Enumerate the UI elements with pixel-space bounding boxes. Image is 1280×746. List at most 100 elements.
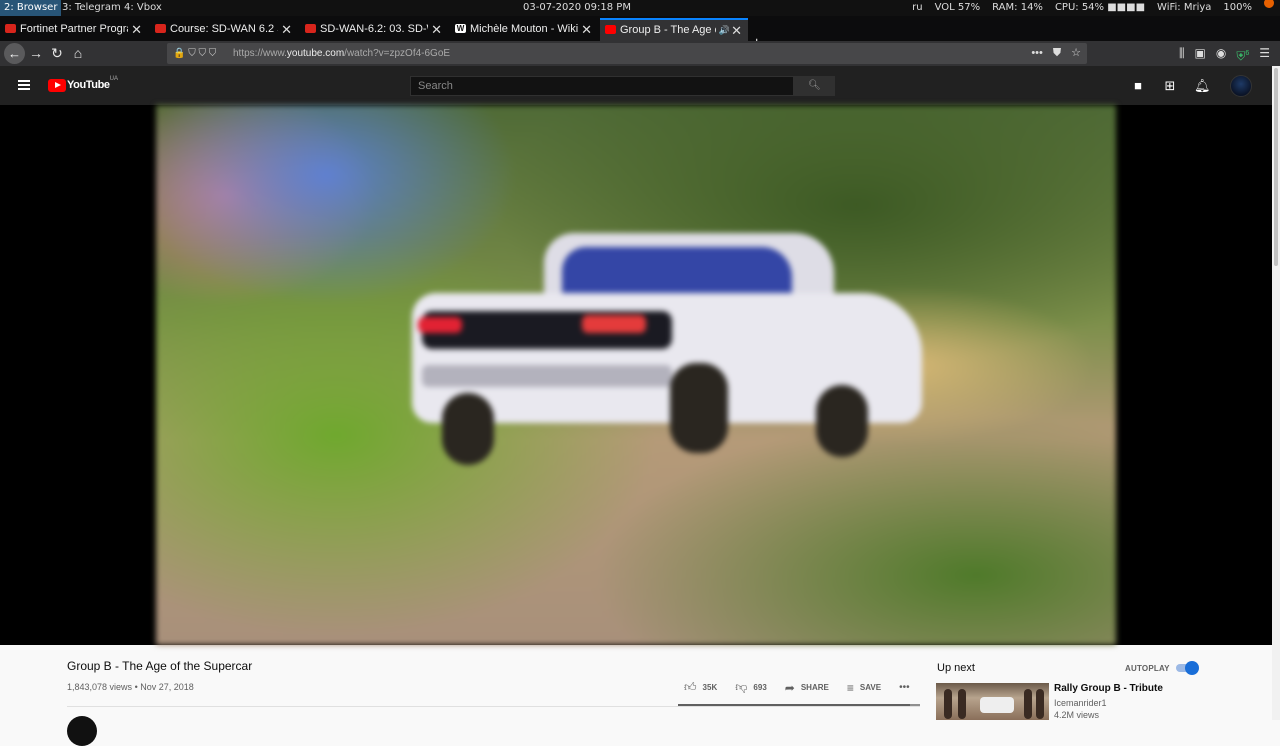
add-to-playlist-icon: ≡ <box>846 680 854 695</box>
close-tab-icon[interactable]: ✕ <box>131 18 142 41</box>
toolbar-right: ⫼ ▣ ◉ ⛨6 ☰ <box>1179 41 1270 69</box>
meta-separator: • <box>134 682 138 692</box>
back-button[interactable]: ← <box>4 43 25 64</box>
bookmark-star-icon[interactable]: ☆ <box>1071 43 1081 64</box>
video-player[interactable] <box>0 105 1272 645</box>
url-text: https://www.youtube.com/watch?v=zpzOf4-6… <box>233 43 450 64</box>
tab-label: SD-WAN-6.2: 03. SD-W <box>320 23 428 35</box>
tab-fortinet-partner[interactable]: Fortinet Partner Program ✕ <box>0 18 148 41</box>
fortinet-favicon-icon <box>155 24 166 33</box>
navigation-bar: ← → ↻ ⌂ 🔒 ⛉ ⛉ ⛉ https://www.youtube.com/… <box>0 41 1280 66</box>
url-path: /watch?v=zpzOf4-6GoE <box>344 48 451 59</box>
cpu-status: CPU: 54% ■■■■ <box>1055 0 1145 16</box>
avatar[interactable] <box>1230 75 1252 97</box>
video-title: Group B - The Age of the Supercar <box>67 659 253 673</box>
keyboard-layout: ru <box>912 2 923 13</box>
fortinet-favicon-icon <box>305 24 316 33</box>
fortinet-favicon-icon <box>5 24 16 33</box>
more-icon: ••• <box>899 682 910 693</box>
account-icon[interactable]: ◉ <box>1216 41 1226 69</box>
dislike-count: 693 <box>753 683 767 692</box>
guide-menu-icon[interactable] <box>18 80 30 90</box>
cpu-bars: ■■■■ <box>1107 2 1146 13</box>
video-frame[interactable] <box>156 105 1116 645</box>
upload-date: Nov 27, 2018 <box>140 682 194 692</box>
save-button[interactable]: ≡ SAVE <box>847 681 881 695</box>
recommended-video-thumbnail[interactable] <box>936 683 1049 720</box>
video-meta: 1,843,078 views • Nov 27, 2018 <box>67 682 194 692</box>
workspace-vbox[interactable]: 4: Vbox <box>120 0 166 16</box>
firefox-icon <box>1264 0 1274 8</box>
like-count: 35K <box>702 683 718 692</box>
url-domain: youtube.com <box>286 48 345 59</box>
up-next-heading: Up next <box>937 662 975 674</box>
battery-status: 100% <box>1223 2 1252 13</box>
view-count: 1,843,078 views <box>67 682 133 692</box>
close-tab-icon[interactable]: ✕ <box>581 18 592 41</box>
search-button[interactable]: 🔍︎ <box>794 76 835 96</box>
youtube-play-icon <box>48 79 66 92</box>
recommended-video-channel[interactable]: Icemanrider1 <box>1054 698 1107 708</box>
tab-label: Course: SD-WAN 6.2 Se <box>170 23 278 35</box>
site-info-icons[interactable]: 🔒 ⛉ ⛉ ⛉ <box>173 43 216 64</box>
extension-shield-icon[interactable]: ⛨6 <box>1236 41 1249 69</box>
channel-avatar[interactable] <box>67 716 97 746</box>
reload-button[interactable]: ↻ <box>47 44 67 63</box>
autoplay-label: AUTOPLAY <box>1125 664 1170 673</box>
recommended-video-title[interactable]: Rally Group B - Tribute <box>1054 683 1163 694</box>
tab-wikipedia[interactable]: W Michèle Mouton - Wikipe ✕ <box>450 18 598 41</box>
share-button[interactable]: ➦ SHARE <box>785 681 829 695</box>
sidebar-icon[interactable]: ▣ <box>1194 41 1205 69</box>
share-arrow-icon: ➦ <box>784 680 795 695</box>
page-actions-icon[interactable]: ••• <box>1031 43 1043 64</box>
recommended-video-views: 4.2M views <box>1054 710 1100 720</box>
system-status-bar: 2: Browser 3: Telegram 4: Vbox 03-07-202… <box>0 0 1280 16</box>
rally-car-image <box>412 233 922 465</box>
tab-strip: Fortinet Partner Program ✕ Course: SD-WA… <box>0 16 1280 52</box>
tab-label: Group B - The Age of <box>620 24 716 36</box>
share-label: SHARE <box>800 683 829 692</box>
tab-course-sdwan[interactable]: Course: SD-WAN 6.2 Se ✕ <box>150 18 298 41</box>
like-button[interactable]: 👍︎ 35K <box>684 680 717 695</box>
country-code: UA <box>109 76 118 82</box>
thumbs-down-icon: 👎︎ <box>735 680 748 694</box>
url-prefix: https://www. <box>233 48 287 59</box>
url-bar[interactable]: 🔒 ⛉ ⛉ ⛉ https://www.youtube.com/watch?v=… <box>167 43 1087 64</box>
video-actions: 👍︎ 35K 👎︎ 693 ➦ SHARE ≡ SAVE ••• <box>684 680 934 695</box>
create-video-icon[interactable]: ■ <box>1130 78 1146 93</box>
system-clock: 03-07-2020 09:18 PM <box>523 2 631 13</box>
forward-button[interactable]: → <box>26 44 46 63</box>
apps-grid-icon[interactable]: ⊞ <box>1162 78 1178 93</box>
volume-status: VOL 57% <box>934 2 981 13</box>
url-bar-actions: ••• ⛊ ☆ <box>1031 43 1081 64</box>
extension-badge: 6 <box>1245 50 1250 57</box>
close-tab-icon[interactable]: ✕ <box>731 20 742 41</box>
youtube-logo[interactable]: YouTubeUA <box>48 76 118 93</box>
library-icon[interactable]: ⫼ <box>1179 41 1185 69</box>
tab-label: Michèle Mouton - Wikipe <box>470 23 578 35</box>
pocket-icon[interactable]: ⛊ <box>1053 43 1061 64</box>
search-input[interactable]: Search <box>410 76 794 96</box>
notifications-bell-icon[interactable]: 🔔︎ <box>1194 78 1211 93</box>
menu-icon[interactable]: ☰ <box>1259 41 1270 69</box>
scrollbar-thumb[interactable] <box>1274 68 1278 266</box>
more-actions-button[interactable]: ••• <box>899 682 916 693</box>
wifi-status: WiFi: Mriya <box>1157 2 1212 13</box>
youtube-header: YouTubeUA Search 🔍︎ ■ ⊞ 🔔︎ <box>0 66 1272 105</box>
speaker-icon[interactable]: 🔊 <box>719 20 730 41</box>
workspace-browser[interactable]: 2: Browser <box>0 0 62 16</box>
workspace-telegram[interactable]: 3: Telegram <box>58 0 125 16</box>
home-button[interactable]: ⌂ <box>68 44 88 63</box>
autoplay-toggle[interactable] <box>1176 661 1199 675</box>
tab-label: Fortinet Partner Program <box>20 23 128 35</box>
close-tab-icon[interactable]: ✕ <box>281 18 292 41</box>
dislike-button[interactable]: 👎︎ 693 <box>735 680 767 695</box>
wikipedia-favicon-icon: W <box>455 24 466 33</box>
cpu-label: CPU: 54% <box>1054 2 1105 13</box>
tab-youtube-active[interactable]: Group B - The Age of 🔊 ✕ <box>600 18 748 41</box>
close-tab-icon[interactable]: ✕ <box>431 18 442 41</box>
save-label: SAVE <box>859 683 882 692</box>
ram-status: RAM: 14% <box>992 2 1043 13</box>
autoplay-toggle-knob <box>1185 661 1199 675</box>
tab-sdwan-lesson[interactable]: SD-WAN-6.2: 03. SD-W ✕ <box>300 18 448 41</box>
